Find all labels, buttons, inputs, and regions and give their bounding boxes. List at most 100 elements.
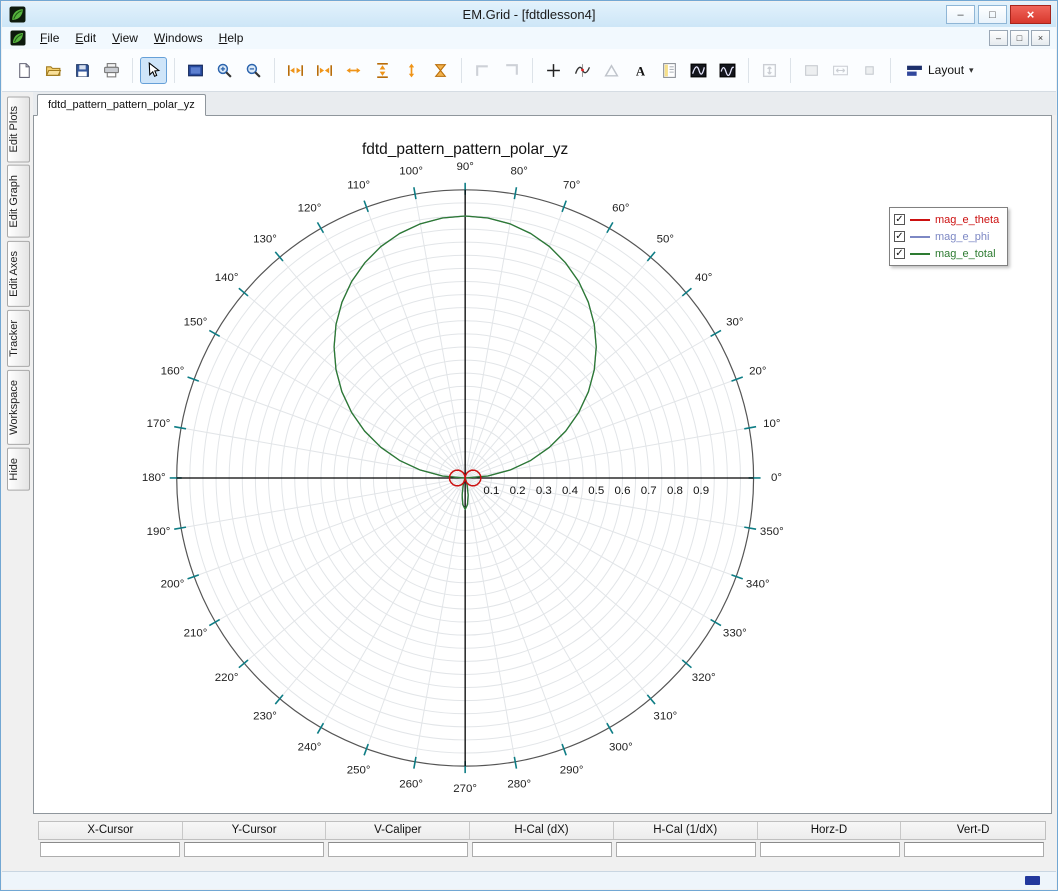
compress-width-icon bbox=[316, 62, 333, 79]
svg-text:200°: 200° bbox=[161, 578, 185, 590]
plot-area[interactable]: 0.1 0.2 0.3 0.4 0.5 0.6 0.7 0.8 0.9 0° 10° 20° 30° 40… bbox=[33, 115, 1052, 814]
zoom-window-button[interactable] bbox=[182, 57, 209, 84]
close-button[interactable]: × bbox=[1010, 5, 1051, 24]
svg-text:220°: 220° bbox=[215, 672, 239, 684]
readout-cell-vert-d bbox=[904, 842, 1044, 857]
zoom-out-button[interactable] bbox=[240, 57, 267, 84]
svg-text:100°: 100° bbox=[399, 166, 423, 178]
legend-checkbox-mag-e-total[interactable]: ✓ bbox=[894, 248, 905, 259]
menu-edit[interactable]: Edit bbox=[67, 28, 104, 48]
fit-width-button[interactable] bbox=[282, 57, 309, 84]
svg-text:A: A bbox=[636, 64, 646, 78]
svg-text:0.4: 0.4 bbox=[562, 485, 579, 497]
legend-row-mag-e-total: ✓ mag_e_total bbox=[894, 245, 1003, 262]
fit-height-icon bbox=[374, 62, 391, 79]
svg-text:0.6: 0.6 bbox=[614, 485, 630, 497]
readout-header-y-cursor: Y-Cursor bbox=[183, 822, 327, 839]
readout-header-row: X-Cursor Y-Cursor V-Caliper H-Cal (dX) H-Cal… bbox=[38, 821, 1046, 840]
sidebar-tab-edit-axes[interactable]: Edit Axes bbox=[7, 241, 30, 307]
corner-left-button bbox=[469, 57, 496, 84]
readout-header-v-caliper: V-Caliper bbox=[326, 822, 471, 839]
region-box-icon bbox=[803, 62, 820, 79]
legend-checkbox-mag-e-phi[interactable]: ✓ bbox=[894, 231, 905, 242]
new-file-button[interactable] bbox=[11, 57, 38, 84]
crosshair-button[interactable] bbox=[540, 57, 567, 84]
small-box-button bbox=[856, 57, 883, 84]
menu-help[interactable]: Help bbox=[211, 28, 252, 48]
corner-right-button bbox=[498, 57, 525, 84]
mdi-close-button[interactable]: × bbox=[1031, 30, 1050, 46]
status-indicator bbox=[1025, 876, 1040, 885]
toolbar-separator bbox=[274, 57, 275, 83]
sidebar-tab-hide[interactable]: Hide bbox=[7, 447, 30, 491]
zoom-in-icon bbox=[216, 62, 233, 79]
titlebar[interactable]: EM.Grid - [fdtdlesson4] – □ × bbox=[2, 2, 1056, 27]
maximize-button[interactable]: □ bbox=[978, 5, 1007, 24]
document-tab-strip: fdtd_pattern_pattern_polar_yz bbox=[33, 92, 1056, 116]
minimize-button[interactable]: – bbox=[946, 5, 975, 24]
triangle-marker-icon bbox=[603, 62, 620, 79]
svg-text:0.3: 0.3 bbox=[536, 485, 552, 497]
open-file-button[interactable] bbox=[40, 57, 67, 84]
triangle-marker-button bbox=[598, 57, 625, 84]
zoom-window-icon bbox=[187, 62, 204, 79]
svg-text:0.9: 0.9 bbox=[693, 485, 709, 497]
select-cursor-icon bbox=[145, 61, 162, 79]
select-cursor-button[interactable] bbox=[140, 56, 167, 84]
small-box-icon bbox=[861, 62, 878, 79]
mdi-restore-button[interactable]: □ bbox=[1010, 30, 1029, 46]
legend-label-mag-e-total: mag_e_total bbox=[935, 247, 996, 260]
readout-cell-v-caliper bbox=[328, 842, 468, 857]
cursor-readout: X-Cursor Y-Cursor V-Caliper H-Cal (dX) H-Cal… bbox=[38, 821, 1046, 858]
expand-width-button[interactable] bbox=[340, 57, 367, 84]
legend-label-mag-e-theta: mag_e_theta bbox=[935, 213, 1000, 226]
svg-text:140°: 140° bbox=[215, 272, 239, 284]
mdi-minimize-icon: – bbox=[995, 33, 1001, 43]
expand-height-button[interactable] bbox=[398, 57, 425, 84]
tab-fdtd-pattern-pattern-polar-yz[interactable]: fdtd_pattern_pattern_polar_yz bbox=[37, 94, 206, 116]
toolbar-separator bbox=[174, 57, 175, 83]
corner-right-icon bbox=[503, 62, 520, 79]
print-icon bbox=[103, 62, 120, 79]
svg-text:180°: 180° bbox=[142, 472, 166, 484]
sidebar-tab-workspace[interactable]: Workspace bbox=[7, 369, 30, 445]
colormap-1-icon bbox=[690, 62, 707, 79]
app-icon bbox=[9, 6, 26, 23]
menu-windows[interactable]: Windows bbox=[146, 28, 211, 48]
sidebar-tab-edit-plots[interactable]: Edit Plots bbox=[7, 96, 30, 163]
svg-text:160°: 160° bbox=[161, 366, 185, 378]
svg-text:30°: 30° bbox=[726, 316, 743, 328]
svg-text:350°: 350° bbox=[760, 526, 784, 538]
readout-header-horz-d: Horz-D bbox=[758, 822, 902, 839]
svg-text:0.2: 0.2 bbox=[510, 485, 526, 497]
svg-text:210°: 210° bbox=[184, 628, 208, 640]
layout-button[interactable]: Layout ▾ bbox=[898, 57, 982, 84]
fit-all-button[interactable] bbox=[427, 57, 454, 84]
layout-label: Layout bbox=[928, 63, 965, 77]
maximize-icon: □ bbox=[989, 8, 996, 21]
menu-file[interactable]: File bbox=[32, 28, 67, 48]
sidebar-tab-edit-graph[interactable]: Edit Graph bbox=[7, 165, 30, 239]
sidebar-tab-tracker[interactable]: Tracker bbox=[7, 309, 30, 367]
text-label-button[interactable]: A bbox=[627, 57, 654, 84]
legend-line-mag-e-total bbox=[910, 252, 930, 255]
menu-view[interactable]: View bbox=[104, 28, 146, 48]
compress-width-button[interactable] bbox=[311, 57, 338, 84]
notes-button[interactable] bbox=[656, 57, 683, 84]
svg-text:0.7: 0.7 bbox=[641, 485, 657, 497]
zoom-in-button[interactable] bbox=[211, 57, 238, 84]
trace-picker-button[interactable] bbox=[569, 57, 596, 84]
toolbar-separator bbox=[890, 57, 891, 83]
svg-text:230°: 230° bbox=[253, 710, 277, 722]
save-file-button[interactable] bbox=[69, 57, 96, 84]
print-button[interactable] bbox=[98, 57, 125, 84]
mdi-minimize-button[interactable]: – bbox=[989, 30, 1008, 46]
zoom-out-icon bbox=[245, 62, 262, 79]
colormap-2-button[interactable] bbox=[714, 57, 741, 84]
toolbar-separator bbox=[748, 57, 749, 83]
fit-height-button[interactable] bbox=[369, 57, 396, 84]
layout-icon bbox=[906, 62, 923, 79]
colormap-1-button[interactable] bbox=[685, 57, 712, 84]
legend-checkbox-mag-e-theta[interactable]: ✓ bbox=[894, 214, 905, 225]
save-file-icon bbox=[74, 62, 91, 79]
